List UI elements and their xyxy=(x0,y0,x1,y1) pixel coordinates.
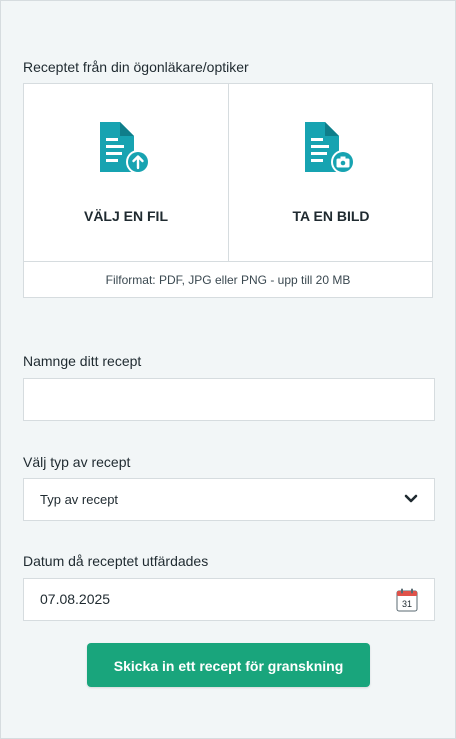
submit-prescription-button[interactable]: Skicka in ett recept för granskning xyxy=(87,643,370,687)
chevron-down-icon xyxy=(404,494,418,503)
prescription-type-label: Välj typ av recept xyxy=(23,454,131,470)
issue-date-value: 07.08.2025 xyxy=(40,591,111,607)
upload-section-label: Receptet från din ögonläkare/optiker xyxy=(23,59,249,75)
issue-date-label: Datum då receptet utfärdades xyxy=(23,553,209,569)
upload-box: VÄLJ EN FIL TA EN BILD Filformat: PDF, J… xyxy=(23,83,433,298)
prescription-type-select[interactable]: Typ av recept xyxy=(23,478,435,521)
prescription-name-label: Namnge ditt recept xyxy=(23,353,142,369)
take-photo-button[interactable]: TA EN BILD xyxy=(229,84,433,261)
file-format-hint: Filformat: PDF, JPG eller PNG - upp till… xyxy=(24,261,432,298)
document-camera-icon xyxy=(305,122,355,174)
calendar-day-number: 31 xyxy=(402,599,412,609)
prescription-type-value: Typ av recept xyxy=(40,492,119,507)
document-upload-icon xyxy=(100,122,150,174)
prescription-form: Receptet från din ögonläkare/optiker VÄL… xyxy=(0,0,456,739)
prescription-name-field[interactable] xyxy=(23,378,435,421)
choose-file-label: VÄLJ EN FIL xyxy=(83,208,168,224)
calendar-icon[interactable]: 31 xyxy=(396,588,418,612)
take-photo-label: TA EN BILD xyxy=(292,208,370,224)
choose-file-button[interactable]: VÄLJ EN FIL xyxy=(24,84,229,261)
issue-date-field[interactable]: 07.08.2025 31 xyxy=(23,578,435,621)
prescription-name-input[interactable] xyxy=(24,379,434,420)
